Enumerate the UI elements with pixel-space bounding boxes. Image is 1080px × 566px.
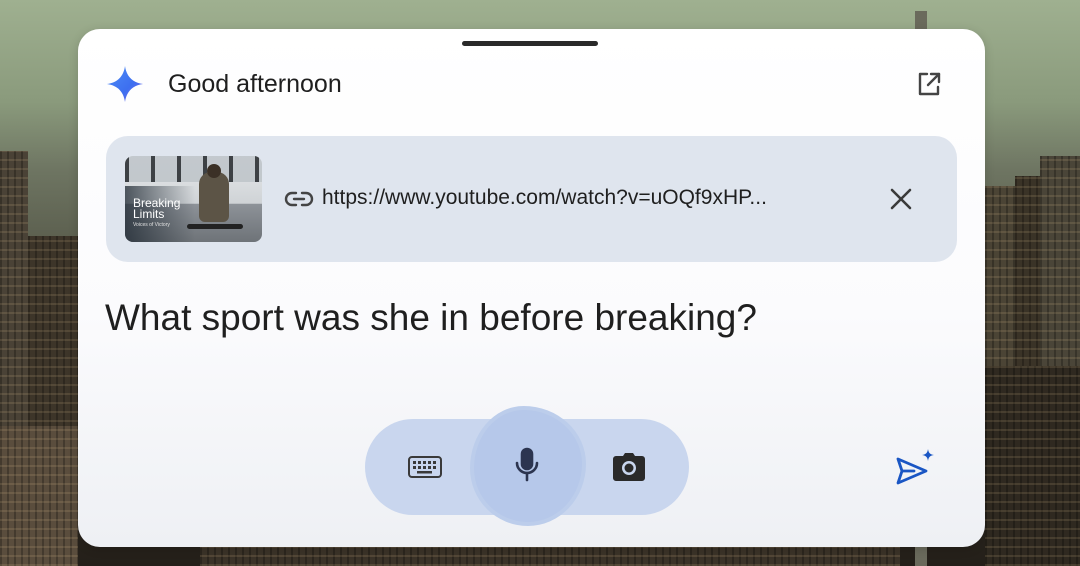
camera-icon [613, 453, 645, 481]
drag-handle[interactable] [462, 41, 598, 46]
greeting-row: Good afternoon [106, 65, 342, 103]
assistant-overlay-card: Good afternoon Breaking Limits Voices of… [78, 29, 985, 547]
camera-button[interactable] [609, 447, 649, 487]
video-thumbnail[interactable]: Breaking Limits Voices of Victory [125, 156, 262, 242]
prompt-text[interactable]: What sport was she in before breaking? [105, 297, 757, 339]
microphone-button[interactable] [507, 445, 547, 485]
close-icon[interactable] [888, 186, 914, 212]
thumbnail-subtitle: Voices of Victory [133, 222, 170, 228]
keyboard-button[interactable] [405, 447, 445, 487]
keyboard-icon [408, 456, 442, 478]
attachment-url[interactable]: https://www.youtube.com/watch?v=uOQf9xHP… [322, 186, 767, 210]
microphone-icon [515, 447, 539, 482]
greeting-text: Good afternoon [168, 69, 342, 98]
link-icon [284, 191, 314, 207]
send-sparkle-icon[interactable] [894, 447, 936, 487]
open-in-new-icon[interactable] [914, 69, 944, 99]
thumbnail-title: Breaking Limits [133, 196, 181, 221]
attachment-chip: Breaking Limits Voices of Victory https:… [106, 136, 957, 262]
gemini-spark-icon [106, 65, 144, 103]
